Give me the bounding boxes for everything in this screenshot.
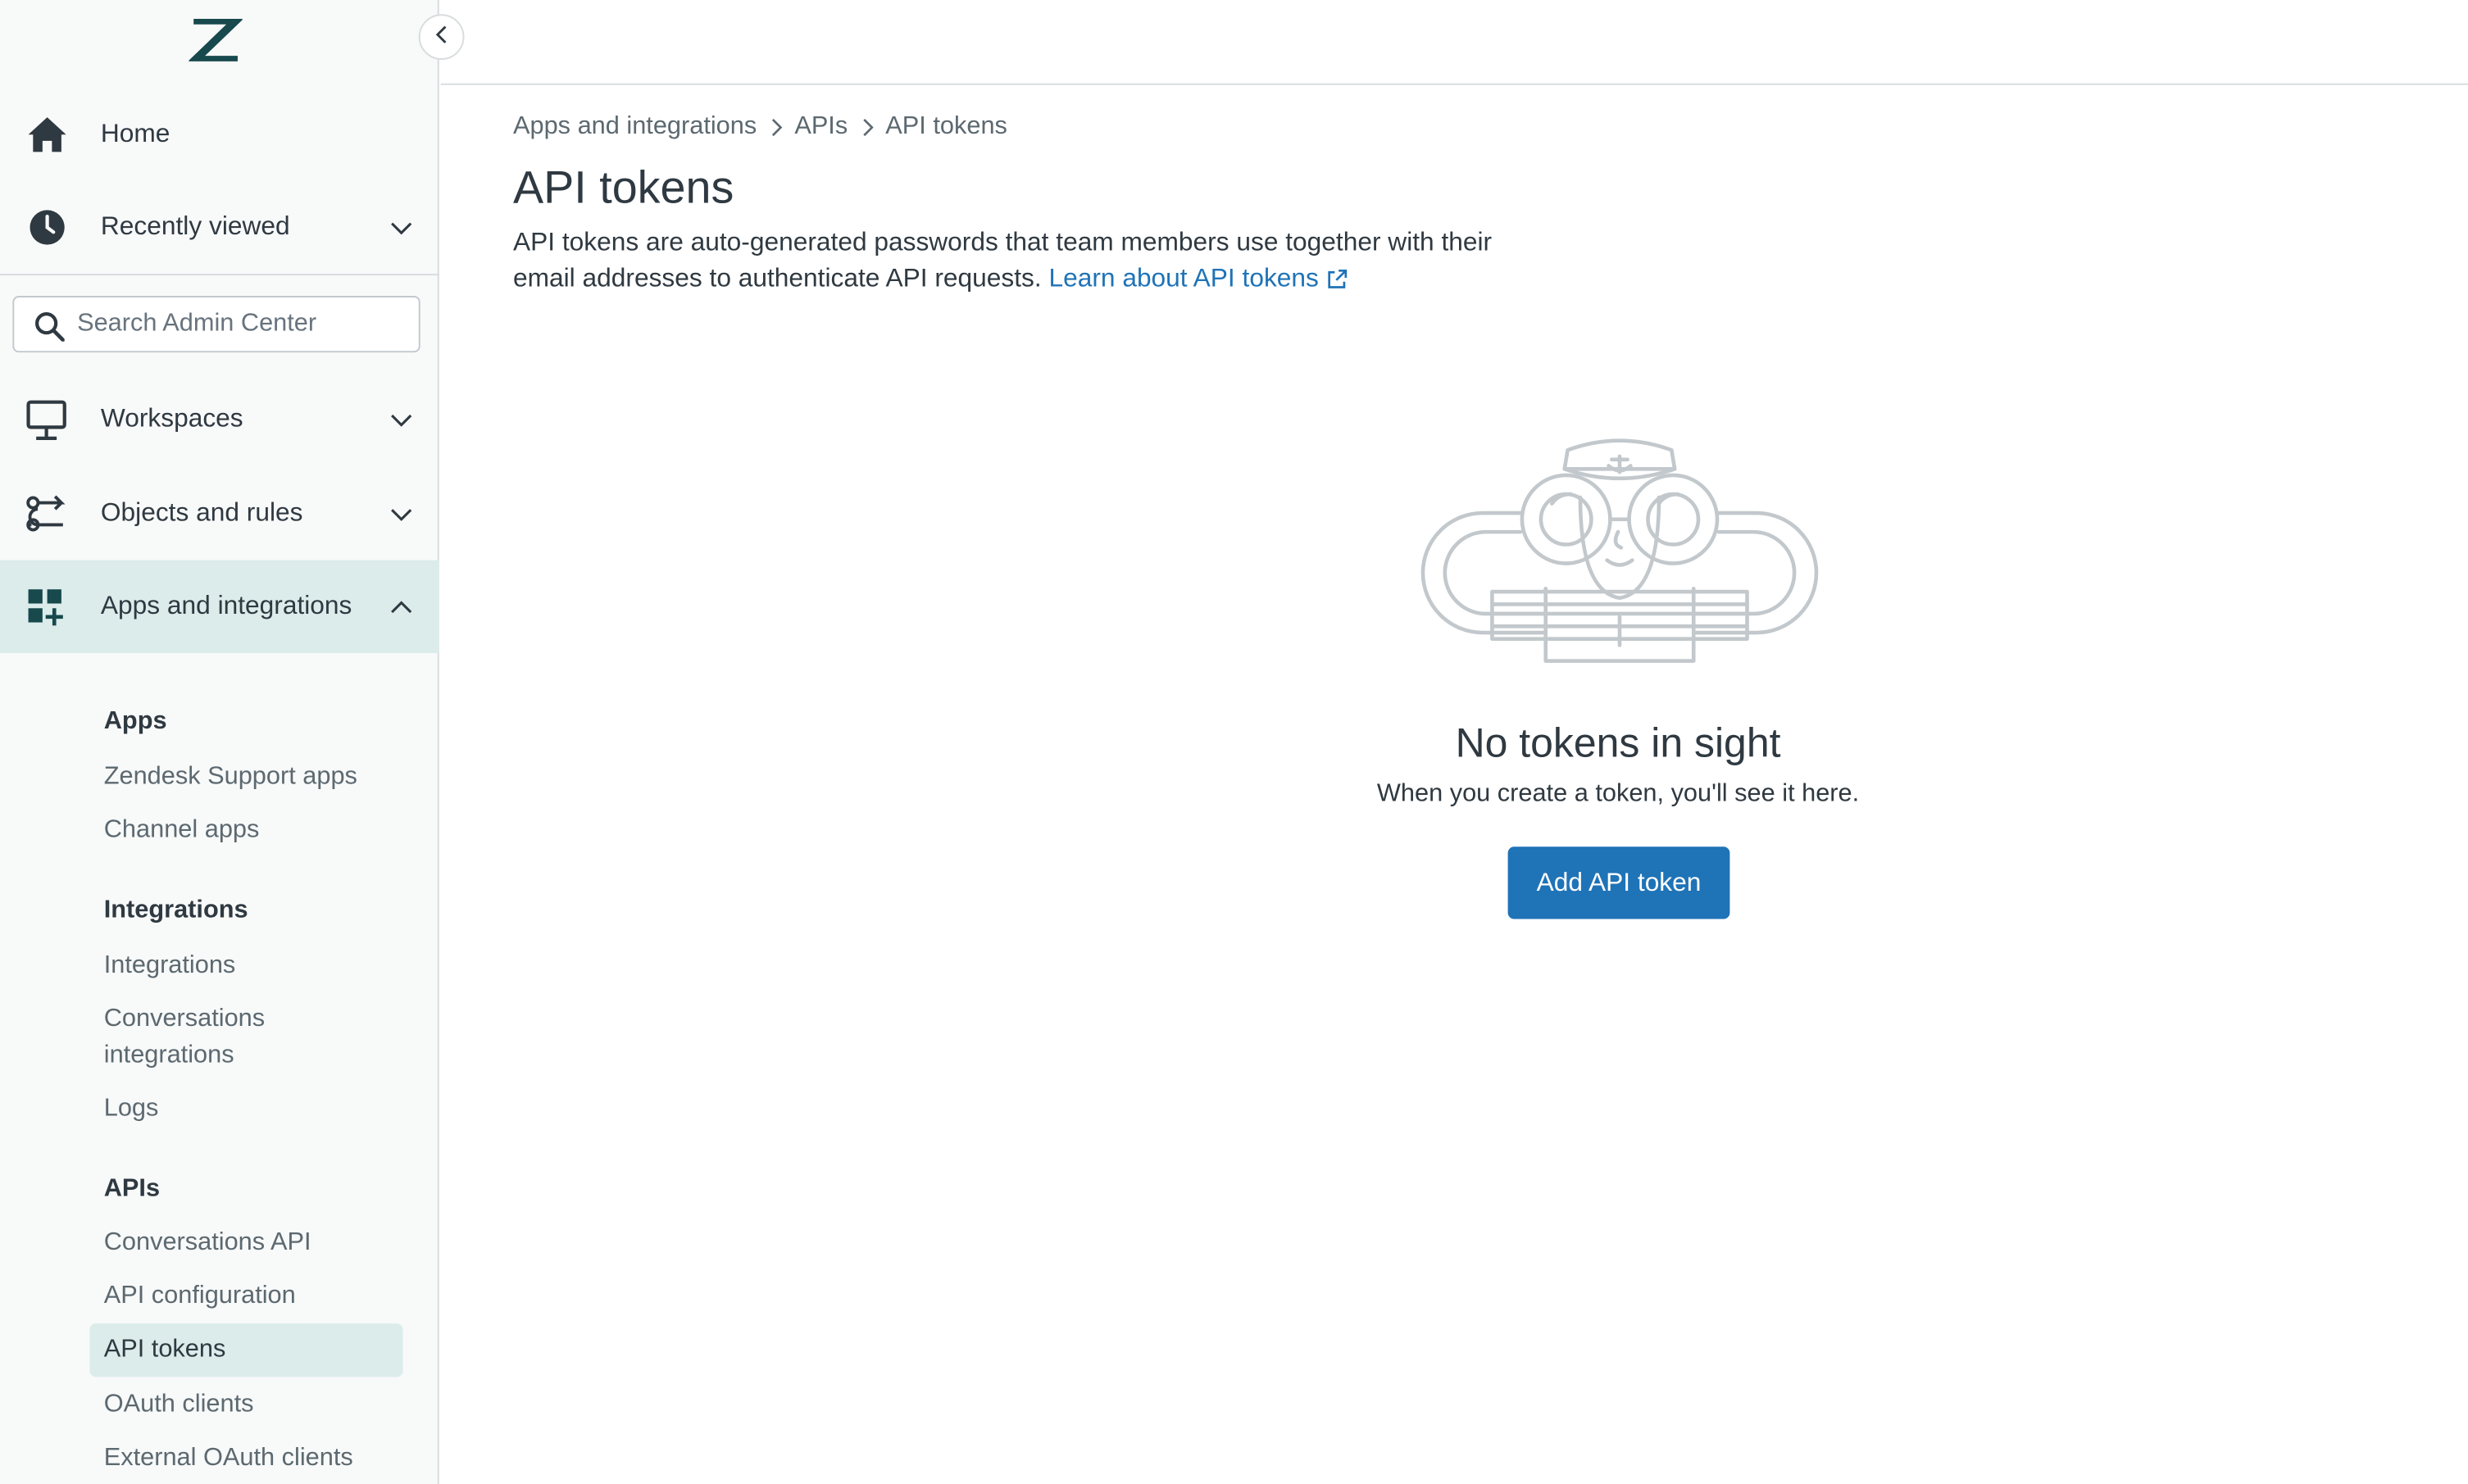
sidebar-link-external-oauth-clients[interactable]: External OAuth clients — [104, 1440, 353, 1476]
learn-link-label: Learn about API tokens — [1048, 264, 1319, 293]
nav-label: Workspaces — [100, 404, 243, 433]
monitor-icon — [25, 398, 68, 441]
search-box[interactable] — [12, 296, 420, 353]
nav-item-objects-and-rules[interactable]: Objects and rules — [0, 467, 439, 560]
sidebar-link-api-tokens[interactable]: API tokens — [104, 1332, 226, 1368]
chevron-down-icon — [389, 406, 414, 432]
section-heading-apis: APIs — [103, 1175, 161, 1203]
nav-label: Objects and rules — [100, 498, 303, 528]
nav-item-apps-and-integrations[interactable]: Apps and integrations — [0, 560, 439, 653]
search-icon — [34, 311, 66, 343]
empty-state-title: No tokens in sight — [1455, 719, 1781, 767]
external-link-icon — [1326, 265, 1347, 301]
sidebar: Home Recently viewed Workspaces — [0, 0, 439, 1484]
sidebar-link-conversations-integrations[interactable]: Conversations integrations — [104, 1001, 325, 1073]
sidebar-link-channel-apps[interactable]: Channel apps — [104, 812, 260, 848]
nav-label: Home — [100, 119, 170, 148]
collapse-sidebar-button[interactable] — [418, 14, 465, 60]
admin-center-page: Home Recently viewed Workspaces — [0, 0, 2468, 1484]
nav-item-home[interactable]: Home — [0, 88, 439, 181]
breadcrumb-apps-and-integrations[interactable]: Apps and integrations — [513, 112, 757, 141]
breadcrumb-apis[interactable]: APIs — [794, 112, 848, 141]
sidebar-link-conversations-api[interactable]: Conversations API — [104, 1224, 311, 1260]
nav-item-recently-viewed[interactable]: Recently viewed — [0, 181, 439, 274]
sailor-binoculars-illustration — [1416, 434, 1822, 667]
chevron-up-icon — [389, 594, 414, 619]
nav-label: Apps and integrations — [100, 592, 352, 620]
search-input[interactable] — [77, 297, 408, 352]
apps-integrations-icon — [25, 585, 68, 628]
page-description: API tokens are auto-generated passwords … — [513, 225, 1536, 301]
home-icon — [25, 113, 68, 156]
sidebar-link-zendesk-support-apps[interactable]: Zendesk Support apps — [104, 759, 357, 795]
chevron-right-icon — [770, 117, 782, 136]
empty-state-subtitle: When you create a token, you'll see it h… — [1376, 780, 1860, 808]
section-heading-integrations: Integrations — [103, 896, 248, 924]
chevron-left-icon — [432, 23, 451, 52]
nav-item-workspaces[interactable]: Workspaces — [0, 373, 439, 465]
sidebar-link-integrations[interactable]: Integrations — [104, 947, 236, 983]
divider — [0, 274, 439, 276]
objects-rules-icon — [25, 492, 68, 535]
chevron-down-icon — [389, 215, 414, 240]
chevron-right-icon — [861, 117, 873, 136]
sidebar-link-oauth-clients[interactable]: OAuth clients — [104, 1386, 254, 1423]
chevron-down-icon — [389, 501, 414, 527]
add-api-token-button[interactable]: Add API token — [1507, 846, 1730, 919]
learn-about-api-tokens-link[interactable]: Learn about API tokens — [1048, 265, 1347, 293]
section-heading-apps: Apps — [103, 708, 167, 735]
sidebar-link-api-configuration[interactable]: API configuration — [104, 1278, 296, 1314]
page-title: API tokens — [513, 163, 734, 215]
breadcrumb: Apps and integrations APIs API tokens — [513, 111, 1007, 141]
nav-label: Recently viewed — [100, 212, 290, 241]
breadcrumb-api-tokens: API tokens — [885, 112, 1007, 139]
clock-icon — [25, 206, 68, 249]
top-bar — [440, 0, 2468, 85]
zendesk-logo-icon[interactable] — [185, 16, 246, 64]
sidebar-link-logs[interactable]: Logs — [104, 1091, 159, 1127]
